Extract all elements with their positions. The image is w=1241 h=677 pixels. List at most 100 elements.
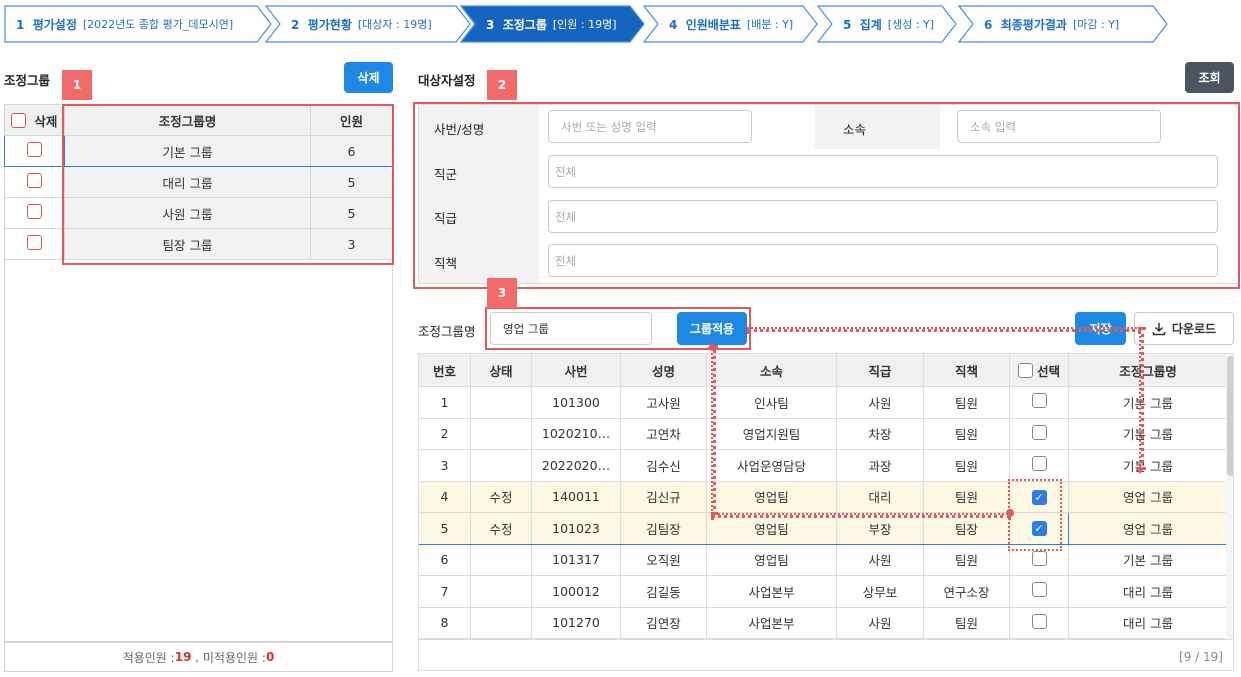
connector-dot-icon — [1006, 509, 1014, 517]
annotation-badge-3: 3 — [487, 278, 517, 308]
left-panel-title: 조정그룹 — [4, 73, 51, 88]
group-summary-footer: 적용인원 : 19 , 미적용인원 : 0 — [4, 642, 393, 672]
applied-count: 19 — [174, 650, 192, 664]
row-no: 4 — [419, 480, 471, 513]
employee-row[interactable]: 3 2022020… 김수신 사업운영담당 과장 팀원 기본 그룹 — [419, 449, 1228, 482]
step-sub: [인원 : 19명] — [552, 18, 617, 31]
connector-apply-down — [711, 345, 716, 515]
row-select — [1009, 386, 1069, 419]
employee-row[interactable]: 2 1020210… 고연차 영업지원팀 차장 팀원 기본 그룹 — [419, 417, 1228, 450]
annotation-badge-2: 2 — [487, 70, 517, 100]
row-checkbox[interactable] — [27, 235, 42, 250]
row-checkbox[interactable] — [27, 142, 42, 157]
group-header: 조정그룹명 — [1068, 354, 1228, 387]
select-all-checkbox[interactable] — [11, 112, 26, 128]
select-header: 선택 — [1009, 354, 1069, 387]
row-checkbox[interactable] — [1031, 582, 1047, 598]
row-group: 기본 그룹 — [1068, 417, 1228, 450]
row-no: 5 — [419, 512, 471, 545]
row-duty: 팀원 — [923, 606, 1010, 639]
step-1[interactable]: 1 평가설정 [2022년도 종합 평가_데모시연] — [4, 5, 272, 43]
annotation-badge-1: 1 — [62, 70, 92, 100]
employee-row[interactable]: 4 수정 140011 김신규 영업팀 대리 팀원 ✓ 영업 그룹 — [419, 480, 1228, 513]
step-6[interactable]: 6 최종평가결과 [마감 : Y] — [958, 5, 1168, 43]
row-no: 3 — [419, 449, 471, 482]
delete-column-header: 삭제 — [4, 104, 65, 136]
download-icon — [1152, 322, 1166, 335]
row-checkbox[interactable] — [1031, 550, 1047, 566]
step-4[interactable]: 4 인원배분표 [배분 : Y] — [643, 5, 818, 43]
unapplied-count: 0 — [265, 650, 275, 664]
row-checkbox[interactable] — [1031, 613, 1047, 629]
annotation-box-1 — [62, 104, 394, 265]
employee-row[interactable]: 7 100012 김길동 사업본부 상무보 연구소장 대리 그룹 — [419, 575, 1228, 608]
row-checkbox[interactable] — [1031, 424, 1047, 440]
step-label: 1 평가설정 — [16, 17, 77, 32]
scrollbar-thumb[interactable] — [1227, 356, 1233, 476]
row-grade: 상무보 — [836, 575, 924, 608]
employee-row[interactable]: 6 101317 오직원 영업팀 사원 팀원 기본 그룹 — [419, 543, 1228, 576]
row-status — [470, 449, 532, 482]
row-grade: 사원 — [836, 386, 924, 419]
row-status — [470, 417, 532, 450]
step-sub: [배분 : Y] — [746, 18, 794, 31]
download-button[interactable]: 다운로드 — [1134, 312, 1234, 345]
row-checkbox-cell — [4, 166, 65, 198]
row-no: 6 — [419, 543, 471, 576]
row-checkbox[interactable] — [1031, 393, 1047, 409]
row-select — [1009, 606, 1069, 639]
row-status — [470, 575, 532, 608]
row-checkbox[interactable] — [1031, 456, 1047, 472]
row-duty: 팀원 — [923, 417, 1010, 450]
row-no: 1 — [419, 386, 471, 419]
row-name: 김수신 — [620, 449, 707, 482]
select-all-checkbox[interactable] — [1017, 362, 1033, 378]
status-header: 상태 — [470, 354, 532, 387]
row-emp-id: 101317 — [531, 543, 621, 576]
row-name: 김신규 — [620, 480, 707, 513]
pagination-info: [9 / 19] — [1179, 650, 1223, 664]
table-footer: [9 / 19] — [419, 639, 1233, 670]
row-dept: 사업본부 — [706, 575, 837, 608]
step-sub: [마감 : Y] — [1072, 18, 1120, 31]
row-group: 영업 그룹 — [1068, 512, 1228, 545]
arrow-down-icon — [1135, 467, 1145, 474]
step-5[interactable]: 5 집계 [생성 : Y] — [817, 5, 957, 43]
step-3[interactable]: 3 조정그룹 [인원 : 19명] — [460, 5, 645, 43]
row-group: 대리 그룹 — [1068, 575, 1228, 608]
employee-row[interactable]: 1 101300 고사원 인사팀 사원 팀원 기본 그룹 — [419, 386, 1228, 419]
row-name: 김연장 — [620, 606, 707, 639]
annotation-checked-box — [1008, 479, 1062, 551]
duty-header: 직책 — [923, 354, 1010, 387]
delete-group-button[interactable]: 삭제 — [344, 62, 393, 93]
annotation-box-2 — [413, 102, 1240, 289]
step-sub: [2022년도 종합 평가_데모시연] — [82, 18, 234, 31]
row-grade: 차장 — [836, 417, 924, 450]
row-group: 대리 그룹 — [1068, 606, 1228, 639]
employee-row[interactable]: 8 101270 김연장 사업본부 사원 팀원 대리 그룹 — [419, 606, 1228, 639]
row-dept: 영업지원팀 — [706, 417, 837, 450]
dept-header: 소속 — [706, 354, 837, 387]
row-checkbox-cell — [4, 197, 65, 229]
row-status — [470, 386, 532, 419]
row-group: 기본 그룹 — [1068, 449, 1228, 482]
row-emp-id: 1020210… — [531, 417, 621, 450]
right-panel-title: 대상자설정 — [418, 73, 476, 88]
search-button[interactable]: 조회 — [1185, 62, 1234, 93]
row-name: 김팀장 — [620, 512, 707, 545]
step-label: 2 평가현황 — [291, 17, 352, 32]
row-duty: 연구소장 — [923, 575, 1010, 608]
row-checkbox[interactable] — [27, 204, 42, 219]
row-checkbox[interactable] — [27, 173, 42, 188]
row-name: 고연차 — [620, 417, 707, 450]
row-select — [1009, 575, 1069, 608]
table-scrollbar[interactable] — [1226, 354, 1233, 639]
row-duty: 팀원 — [923, 386, 1010, 419]
group-name-label: 조정그룹명 — [418, 324, 476, 339]
row-duty: 팀원 — [923, 480, 1010, 513]
row-group: 영업 그룹 — [1068, 480, 1228, 513]
employee-table: 번호 상태 사번 성명 소속 직급 직책 선택 조정그룹명 1 101300 고사원 인사팀 사원 팀원… — [419, 354, 1228, 639]
row-checkbox-cell — [4, 135, 65, 167]
step-2[interactable]: 2 평가현황 [대상자 : 19명] — [265, 5, 471, 43]
row-select — [1009, 417, 1069, 450]
